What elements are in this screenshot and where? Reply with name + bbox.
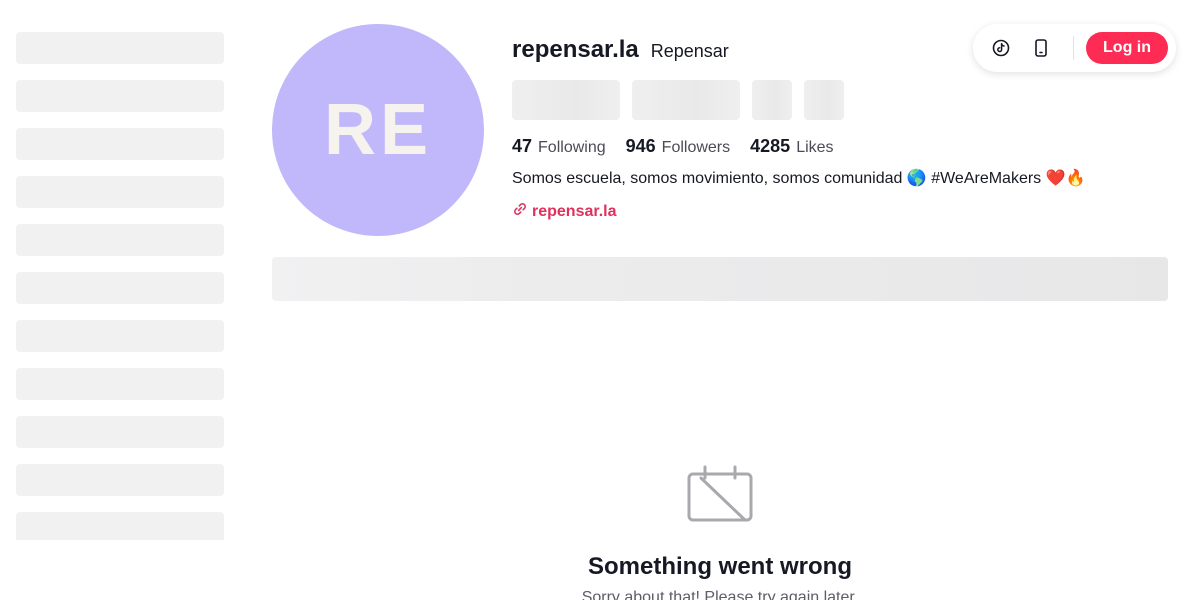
avatar-initials: RE: [323, 90, 433, 170]
following-label: Following: [538, 138, 606, 156]
username: repensar.la: [512, 36, 639, 63]
nav-item-skeleton: [16, 512, 224, 540]
followers-stat[interactable]: 946 Followers: [626, 136, 731, 157]
followers-count: 946: [625, 135, 656, 156]
nav-item-skeleton: [16, 416, 224, 448]
profile-link-text: repensar.la: [532, 202, 617, 220]
icon-button-skeleton: [804, 80, 844, 120]
error-title: Something went wrong: [588, 553, 852, 580]
following-stat[interactable]: 47 Following: [512, 136, 606, 157]
nav-item-skeleton: [16, 128, 224, 160]
likes-count: 4285: [750, 135, 791, 156]
nav-item-skeleton: [16, 176, 224, 208]
nav-item-skeleton: [16, 464, 224, 496]
error-state: Something went wrong Sorry about that! P…: [272, 464, 1168, 600]
tabs-skeleton: [272, 257, 1168, 301]
follow-button-skeleton: [512, 80, 620, 120]
following-count: 47: [512, 135, 533, 156]
error-message: Sorry about that! Please try again later…: [581, 589, 859, 600]
profile-link[interactable]: repensar.la: [512, 201, 1172, 222]
nav-item-skeleton: [16, 320, 224, 352]
name-row: repensar.la Repensar: [512, 36, 1172, 68]
profile-page: Log in RE repensar.la Repensar 47 Follow…: [0, 0, 1200, 600]
avatar: RE: [272, 24, 484, 236]
action-buttons-skeleton: [512, 80, 1172, 120]
sidebar-skeleton: [16, 32, 224, 540]
nav-item-skeleton: [16, 32, 224, 64]
nav-item-skeleton: [16, 80, 224, 112]
nav-item-skeleton: [16, 224, 224, 256]
icon-button-skeleton: [752, 80, 792, 120]
nav-item-skeleton: [16, 272, 224, 304]
likes-stat: 4285 Likes: [750, 136, 833, 157]
message-button-skeleton: [632, 80, 740, 120]
profile-stats: 47 Following 946 Followers 4285 Likes: [512, 134, 1172, 158]
nav-item-skeleton: [16, 368, 224, 400]
nickname: Repensar: [650, 41, 729, 61]
no-content-icon: [687, 464, 753, 524]
likes-label: Likes: [796, 138, 834, 156]
link-icon: [512, 201, 528, 222]
profile-bio: Somos escuela, somos movimiento, somos c…: [512, 170, 1086, 187]
followers-label: Followers: [661, 138, 731, 156]
profile-info: repensar.la Repensar 47 Following 946 Fo…: [512, 36, 1172, 222]
